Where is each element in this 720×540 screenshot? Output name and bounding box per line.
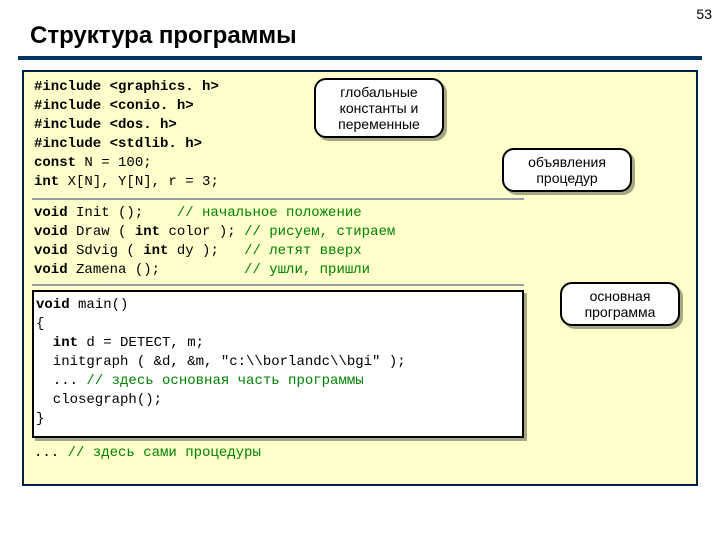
separator xyxy=(32,284,524,286)
code-block-2: void Init (); // начальное положение voi… xyxy=(34,204,395,280)
code-block-1: #include <graphics. h> #include <conio. … xyxy=(34,78,219,192)
callout-globals: глобальные константы и переменные xyxy=(314,78,444,138)
code-main-box: void main() { int d = DETECT, m; initgra… xyxy=(32,290,524,438)
code-panel: #include <graphics. h> #include <conio. … xyxy=(22,70,698,486)
page-title: Структура программы xyxy=(30,22,297,50)
callout-declarations: объявления процедур xyxy=(502,148,632,192)
separator xyxy=(32,198,524,200)
title-rule xyxy=(18,56,702,60)
code-tail: ... // здесь сами процедуры xyxy=(34,444,261,463)
page-number: 53 xyxy=(696,6,712,22)
callout-main: основная программа xyxy=(560,282,680,326)
code-block-3: void main() { int d = DETECT, m; initgra… xyxy=(36,296,406,429)
